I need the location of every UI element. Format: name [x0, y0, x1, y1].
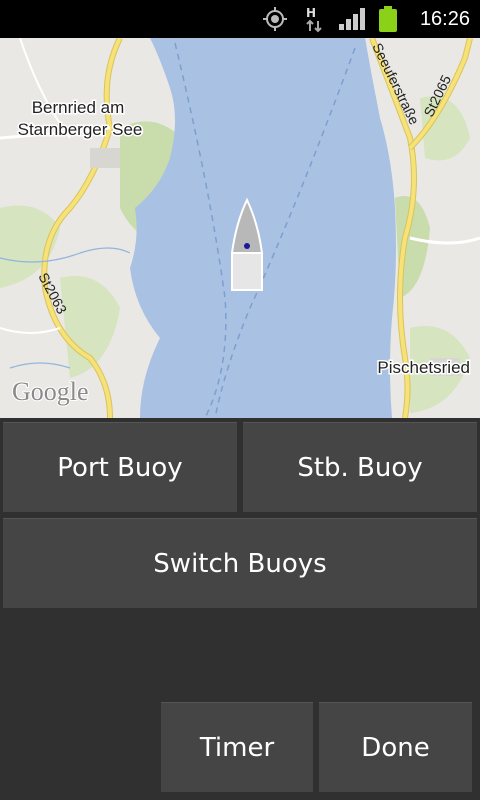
map-label-town: Starnberger See [18, 120, 143, 139]
stb-buoy-button[interactable]: Stb. Buoy [243, 422, 477, 512]
svg-text:H: H [306, 6, 316, 20]
switch-buoys-button[interactable]: Switch Buoys [3, 518, 477, 608]
google-logo: Google [12, 377, 89, 406]
status-bar: H 16:26 [0, 0, 480, 38]
timer-button[interactable]: Timer [161, 702, 313, 792]
signal-icon [336, 0, 368, 38]
battery-icon [374, 0, 402, 38]
hspa-data-icon: H [300, 0, 330, 38]
gps-icon [258, 0, 292, 38]
done-button[interactable]: Done [319, 702, 472, 792]
port-buoy-button[interactable]: Port Buoy [3, 422, 237, 512]
map-view[interactable]: Bernried am Starnberger See St2063 Seeuf… [0, 38, 480, 418]
map-label-town: Bernried am [32, 98, 125, 117]
map-label-town: Pischetsried [377, 358, 470, 377]
status-time: 16:26 [419, 7, 470, 30]
